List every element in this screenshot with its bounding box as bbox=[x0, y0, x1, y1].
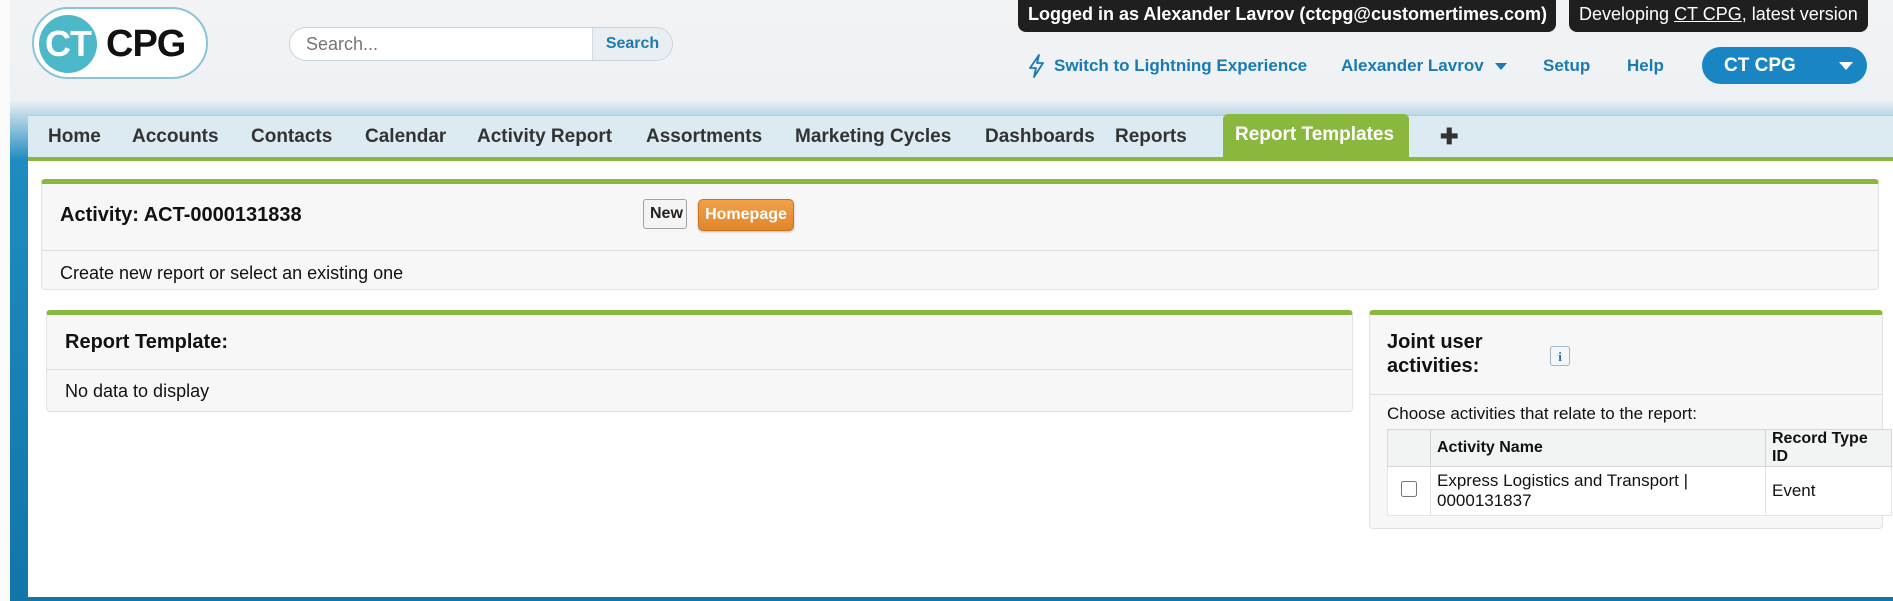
login-banner: Logged in as Alexander Lavrov (ctcpg@cus… bbox=[1018, 0, 1556, 32]
developing-prefix: Developing bbox=[1579, 4, 1675, 24]
search-button[interactable]: Search bbox=[592, 28, 672, 60]
row-select-cell bbox=[1387, 466, 1431, 516]
main-content: Activity: ACT-0000131838 New Homepage Cr… bbox=[28, 157, 1893, 597]
column-header-record-type: Record Type ID bbox=[1765, 429, 1892, 467]
app-logo[interactable]: CT CPG bbox=[32, 7, 208, 79]
activity-name-line1: Express Logistics and Transport | bbox=[1437, 471, 1689, 490]
activity-name-line2: 0000131837 bbox=[1437, 491, 1532, 510]
table-header-row: Activity Name Record Type ID bbox=[1387, 429, 1892, 467]
joint-activities-title: Joint user activities: bbox=[1387, 330, 1483, 378]
activities-table: Activity Name Record Type ID Express Log… bbox=[1387, 429, 1892, 516]
joint-activities-panel: Joint user activities: i Choose activiti… bbox=[1369, 310, 1892, 529]
row-checkbox[interactable] bbox=[1401, 480, 1417, 497]
tab-reports[interactable]: Reports bbox=[1103, 116, 1199, 158]
activity-panel-header: Activity: ACT-0000131838 New Homepage bbox=[42, 184, 1878, 251]
tab-report-templates[interactable]: Report Templates bbox=[1223, 114, 1409, 158]
activity-name-cell: Express Logistics and Transport | 000013… bbox=[1430, 466, 1766, 516]
app-switcher-label: CT CPG bbox=[1724, 55, 1796, 76]
developing-banner: Developing CT CPG, latest version bbox=[1569, 0, 1868, 32]
report-template-panel: Report Template: No data to display bbox=[46, 310, 1353, 412]
joint-title-line1: Joint user bbox=[1387, 331, 1483, 353]
developing-suffix: , latest version bbox=[1741, 4, 1858, 24]
column-header-activity-name: Activity Name bbox=[1430, 429, 1766, 467]
no-data-text: No data to display bbox=[65, 381, 210, 401]
report-template-header: Report Template: bbox=[47, 315, 1352, 370]
joint-title-line2: activities: bbox=[1387, 355, 1480, 377]
new-button[interactable]: New bbox=[643, 199, 687, 229]
user-menu-caret-icon[interactable] bbox=[1495, 63, 1507, 70]
joint-activities-header: Joint user activities: i bbox=[1370, 315, 1882, 395]
switch-lightning-link[interactable]: Switch to Lightning Experience bbox=[1054, 56, 1307, 76]
tab-activity-report[interactable]: Activity Report bbox=[465, 116, 624, 158]
tab-assortments[interactable]: Assortments bbox=[634, 116, 774, 158]
app-switcher-button[interactable]: CT CPG bbox=[1702, 47, 1867, 84]
tab-contacts[interactable]: Contacts bbox=[239, 116, 344, 158]
activity-title: Activity: ACT-0000131838 bbox=[60, 204, 302, 226]
homepage-button[interactable]: Homepage bbox=[698, 199, 794, 231]
info-icon[interactable]: i bbox=[1550, 346, 1570, 366]
joint-activities-prompt: Choose activities that relate to the rep… bbox=[1387, 404, 1697, 423]
search-input[interactable] bbox=[290, 28, 590, 60]
add-tab-plus-icon[interactable]: ✚ bbox=[1428, 116, 1470, 158]
tab-bar: Home Accounts Contacts Calendar Activity… bbox=[28, 114, 1893, 158]
activity-panel: Activity: ACT-0000131838 New Homepage Cr… bbox=[41, 179, 1879, 290]
logo-mark: CT bbox=[39, 15, 97, 73]
tab-calendar[interactable]: Calendar bbox=[353, 116, 458, 158]
report-template-title: Report Template: bbox=[65, 331, 228, 353]
tab-marketing-cycles[interactable]: Marketing Cycles bbox=[783, 116, 963, 158]
tab-dashboards[interactable]: Dashboards bbox=[973, 116, 1107, 158]
tab-home[interactable]: Home bbox=[36, 116, 113, 158]
table-row: Express Logistics and Transport | 000013… bbox=[1387, 466, 1892, 516]
user-menu[interactable]: Alexander Lavrov bbox=[1341, 56, 1484, 76]
record-type-cell: Event bbox=[1765, 466, 1892, 516]
lightning-bolt-icon bbox=[1029, 54, 1044, 78]
developing-app-link[interactable]: CT CPG bbox=[1674, 4, 1742, 24]
search-box: Search bbox=[289, 27, 673, 61]
setup-link[interactable]: Setup bbox=[1543, 56, 1590, 76]
select-column-header bbox=[1387, 429, 1431, 467]
tab-accounts[interactable]: Accounts bbox=[120, 116, 231, 158]
help-link[interactable]: Help bbox=[1627, 56, 1664, 76]
activity-description: Create new report or select an existing … bbox=[60, 263, 404, 283]
app-switcher-caret-icon bbox=[1839, 62, 1853, 70]
logo-text: CPG bbox=[106, 23, 186, 65]
